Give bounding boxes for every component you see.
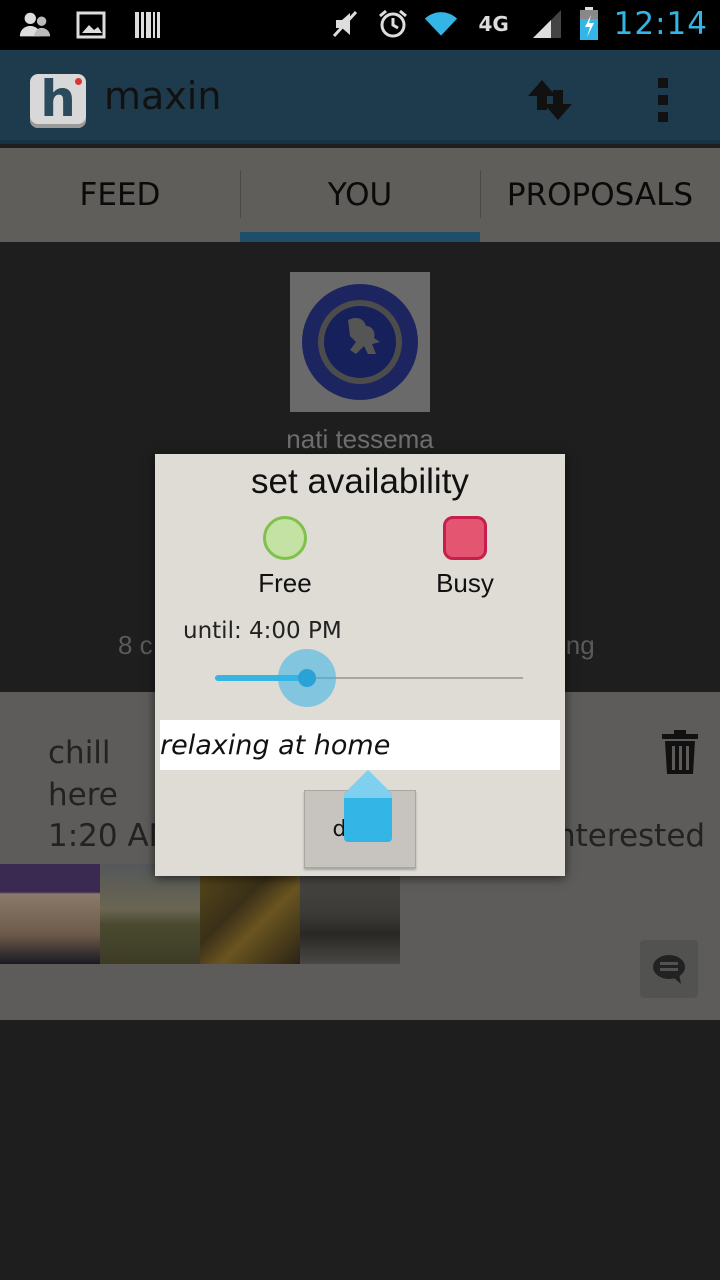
stats-left: 8 c <box>118 630 153 660</box>
free-label: Free <box>258 568 312 598</box>
attendee-photo[interactable] <box>200 864 300 964</box>
signal-icon <box>530 7 564 41</box>
club-crest-image <box>302 284 418 400</box>
mute-icon <box>328 7 362 41</box>
app-title: maxin <box>104 74 222 118</box>
action-bar: h maxin <box>0 50 720 144</box>
sync-icon <box>528 80 572 120</box>
until-time-label: until: 4:00 PM <box>183 618 342 644</box>
free-option[interactable]: Free <box>225 516 345 599</box>
app-logo[interactable]: h <box>30 74 86 128</box>
status-bar: 4G 12:14 <box>0 0 720 50</box>
network-type-label: 4G <box>478 12 509 36</box>
stats-right: ing <box>560 630 595 660</box>
4g-lte-icon: 4G <box>472 7 516 41</box>
attendee-photo[interactable] <box>100 864 200 964</box>
alarm-icon <box>376 7 410 41</box>
logo-dot <box>75 78 82 85</box>
trash-icon[interactable] <box>662 730 698 774</box>
attendee-photo[interactable] <box>0 864 100 964</box>
chat-bubble-icon <box>653 955 685 984</box>
busy-radio[interactable] <box>443 516 487 560</box>
free-radio[interactable] <box>263 516 307 560</box>
app-screen: 4G 12:14 h maxin FEED YOU PROPOSALS nati… <box>0 0 720 1280</box>
post-title: chill here <box>48 735 118 813</box>
profile-avatar[interactable] <box>290 272 430 412</box>
contacts-notification-icon <box>18 8 52 42</box>
image-notification-icon <box>74 8 108 42</box>
tab-you[interactable]: YOU <box>240 148 480 242</box>
tab-bar: FEED YOU PROPOSALS <box>0 148 720 242</box>
logo-letter: h <box>40 70 76 128</box>
overflow-menu-icon[interactable] <box>650 78 676 122</box>
barcode-notification-icon <box>130 8 164 42</box>
comment-button[interactable] <box>640 940 698 998</box>
tab-feed[interactable]: FEED <box>0 148 240 242</box>
busy-label: Busy <box>436 568 494 598</box>
status-text-input[interactable] <box>160 720 560 770</box>
availability-dialog: set availability Free Busy until: 4:00 P… <box>155 454 565 876</box>
attendee-photos <box>0 864 400 964</box>
interested-label[interactable]: nterested <box>556 818 705 854</box>
clock: 12:14 <box>613 6 708 42</box>
sync-button[interactable] <box>522 74 578 126</box>
attendee-photo[interactable] <box>300 864 400 964</box>
dialog-title: set availability <box>251 462 469 501</box>
text-cursor-handle[interactable] <box>342 770 394 842</box>
battery-icon <box>578 7 600 41</box>
profile-name: nati tessema <box>286 424 434 454</box>
wifi-icon <box>424 7 458 41</box>
busy-option[interactable]: Busy <box>405 516 525 599</box>
tab-proposals[interactable]: PROPOSALS <box>480 148 720 242</box>
